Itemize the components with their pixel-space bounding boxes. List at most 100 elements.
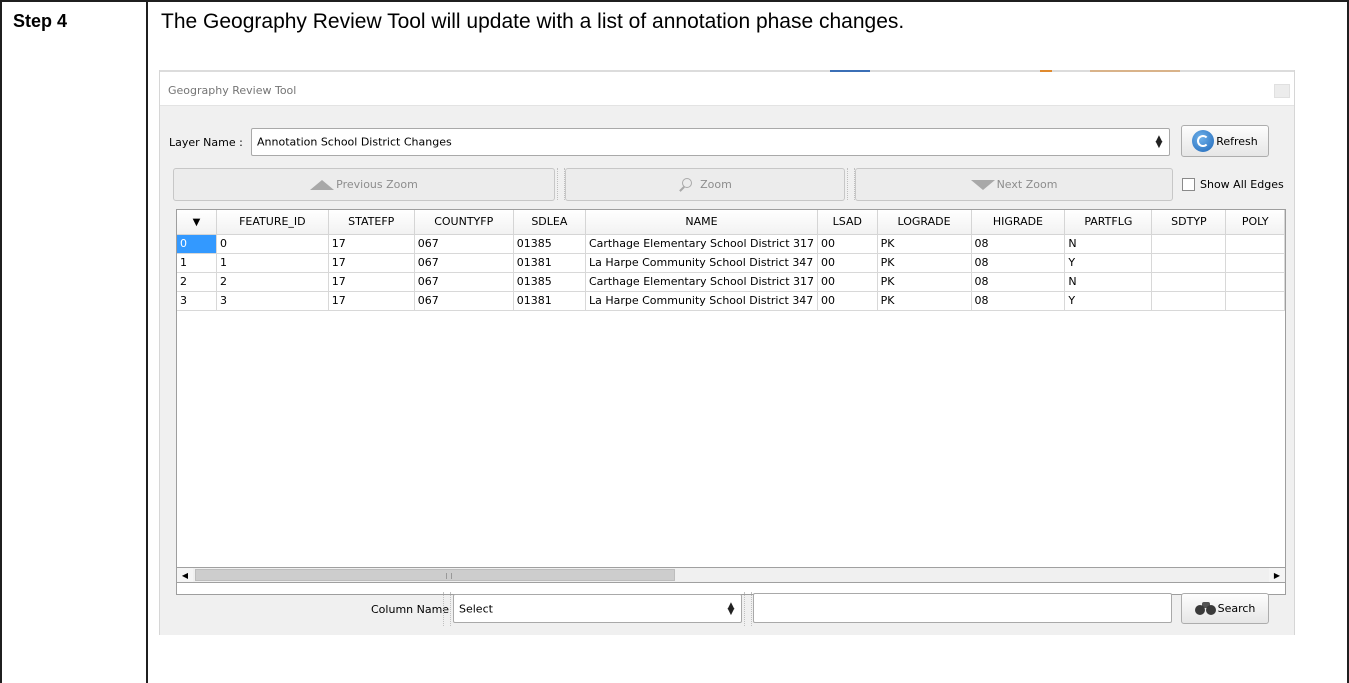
show-all-edges-checkbox[interactable]	[1182, 178, 1195, 191]
table-cell[interactable]: La Harpe Community School District 347	[585, 253, 819, 273]
corner-select-button[interactable]: ▼	[177, 210, 218, 235]
table-cell[interactable]	[1151, 291, 1227, 311]
table-cell[interactable]: 01385	[513, 234, 586, 254]
table-cell[interactable]: 067	[414, 291, 514, 311]
table-cell[interactable]: La Harpe Community School District 347	[585, 291, 819, 311]
table-row[interactable]: 3 3 17 067 01381 La Harpe Community School Di…	[177, 291, 1285, 311]
table-cell[interactable]: 17	[328, 253, 415, 273]
row-index[interactable]: 3	[177, 291, 218, 311]
triangle-down-icon	[970, 179, 995, 190]
toolbar-separator	[557, 168, 565, 200]
toolbar-separator	[443, 592, 451, 626]
column-header[interactable]: HIGRADE	[971, 210, 1066, 235]
table-cell[interactable]: 08	[971, 291, 1066, 311]
layer-name-select[interactable]: Annotation School District Changes ▲ ▼	[251, 128, 1170, 156]
horizontal-scrollbar[interactable]: ◀ ▶	[176, 567, 1286, 583]
table-cell[interactable]: 08	[971, 253, 1066, 273]
table-cell[interactable]: 01385	[513, 272, 586, 292]
search-label: Search	[1217, 602, 1256, 615]
row-index[interactable]: 2	[177, 272, 218, 292]
table-cell[interactable]: 1	[216, 253, 329, 273]
table-row[interactable]: 2 2 17 067 01385 Carthage Elementary School D…	[177, 272, 1285, 292]
table-cell[interactable]: 0	[216, 234, 329, 254]
step-cell: Step 4	[2, 2, 148, 683]
table-cell[interactable]: 067	[414, 272, 514, 292]
previous-zoom-label: Previous Zoom	[336, 178, 418, 191]
table-row[interactable]: 0 0 17 067 01385 Carthage Elementary School D…	[177, 234, 1285, 254]
row-index[interactable]: 1	[177, 253, 218, 273]
table-cell[interactable]: Carthage Elementary School District 317	[585, 272, 819, 292]
table-cell[interactable]: 00	[817, 253, 878, 273]
table-cell[interactable]	[1225, 234, 1285, 254]
step-description: The Geography Review Tool will update wi…	[161, 10, 905, 33]
row-index[interactable]: 0	[177, 234, 218, 254]
table-cell[interactable]: 3	[216, 291, 329, 311]
zoom-label: Zoom	[700, 178, 732, 191]
geography-review-tool-window: Geography Review Tool Layer Name : Annot…	[159, 70, 1295, 635]
title-bar: Geography Review Tool	[160, 72, 1294, 106]
table-row[interactable]: 1 1 17 067 01381 La Harpe Community School Di…	[177, 253, 1285, 273]
table-cell[interactable]: 067	[414, 234, 514, 254]
column-header[interactable]: FEATURE_ID	[216, 210, 329, 235]
table-cell[interactable]: PK	[877, 234, 972, 254]
feature-grid: ▼ FEATURE_ID STATEFP COUNTYFP SDLEA NAME LSAD…	[177, 210, 1285, 311]
table-cell[interactable]: 01381	[513, 291, 586, 311]
column-header[interactable]: NAME	[585, 210, 819, 235]
column-header[interactable]: SDTYP	[1151, 210, 1227, 235]
combo-arrows-icon: ▲ ▼	[727, 600, 735, 617]
scroll-right-icon[interactable]: ▶	[1269, 568, 1285, 582]
toolbar-separator	[744, 592, 752, 626]
table-cell[interactable]	[1151, 253, 1227, 273]
table-cell[interactable]: PK	[877, 272, 972, 292]
table-cell[interactable]: Y	[1064, 291, 1153, 311]
table-cell[interactable]: 17	[328, 272, 415, 292]
scrollbar-thumb[interactable]	[195, 569, 675, 581]
table-cell[interactable]: N	[1064, 234, 1153, 254]
refresh-label: Refresh	[1216, 134, 1258, 148]
layer-name-label: Layer Name :	[169, 136, 243, 149]
table-cell[interactable]: 067	[414, 253, 514, 273]
table-cell[interactable]	[1225, 272, 1285, 292]
table-header: ▼ FEATURE_ID STATEFP COUNTYFP SDLEA NAME LSAD…	[177, 210, 1285, 235]
step-label: Step 4	[13, 11, 68, 31]
combo-arrows-icon: ▲ ▼	[1155, 134, 1163, 150]
column-header[interactable]: COUNTYFP	[414, 210, 514, 235]
scroll-left-icon[interactable]: ◀	[177, 568, 193, 582]
column-header[interactable]: LOGRADE	[877, 210, 972, 235]
table-cell[interactable]: N	[1064, 272, 1153, 292]
column-header[interactable]: POLY	[1225, 210, 1285, 235]
zoom-button[interactable]: Zoom	[565, 168, 845, 201]
table-cell[interactable]: 08	[971, 272, 1066, 292]
table-cell[interactable]: 08	[971, 234, 1066, 254]
table-cell[interactable]: 00	[817, 234, 878, 254]
next-zoom-button[interactable]: Next Zoom	[855, 168, 1173, 201]
window-close-button[interactable]	[1274, 84, 1290, 98]
refresh-button[interactable]: Refresh	[1181, 125, 1269, 157]
table-cell[interactable]: 17	[328, 291, 415, 311]
column-header[interactable]: STATEFP	[328, 210, 415, 235]
table-cell[interactable]	[1225, 291, 1285, 311]
search-input[interactable]	[753, 593, 1172, 623]
column-name-select[interactable]: Select ▲ ▼	[453, 594, 742, 623]
column-header[interactable]: PARTFLG	[1064, 210, 1153, 235]
table-cell[interactable]: 00	[817, 291, 878, 311]
table-cell[interactable]	[1151, 272, 1227, 292]
table-cell[interactable]: Carthage Elementary School District 317	[585, 234, 819, 254]
binoculars-icon	[1194, 601, 1217, 616]
column-header[interactable]: LSAD	[817, 210, 878, 235]
previous-zoom-button[interactable]: Previous Zoom	[173, 168, 555, 201]
table-cell[interactable]: 00	[817, 272, 878, 292]
table-cell[interactable]: Y	[1064, 253, 1153, 273]
table-cell[interactable]: 2	[216, 272, 329, 292]
table-cell[interactable]	[1151, 234, 1227, 254]
table-cell[interactable]: 17	[328, 234, 415, 254]
table-cell[interactable]	[1225, 253, 1285, 273]
table-cell[interactable]: PK	[877, 253, 972, 273]
show-all-edges-label: Show All Edges	[1200, 178, 1284, 191]
table-cell[interactable]: PK	[877, 291, 972, 311]
search-button[interactable]: Search	[1181, 593, 1269, 624]
table-cell[interactable]: 01381	[513, 253, 586, 273]
column-header[interactable]: SDLEA	[513, 210, 586, 235]
window-title: Geography Review Tool	[168, 84, 297, 97]
layer-name-value: Annotation School District Changes	[257, 135, 452, 149]
